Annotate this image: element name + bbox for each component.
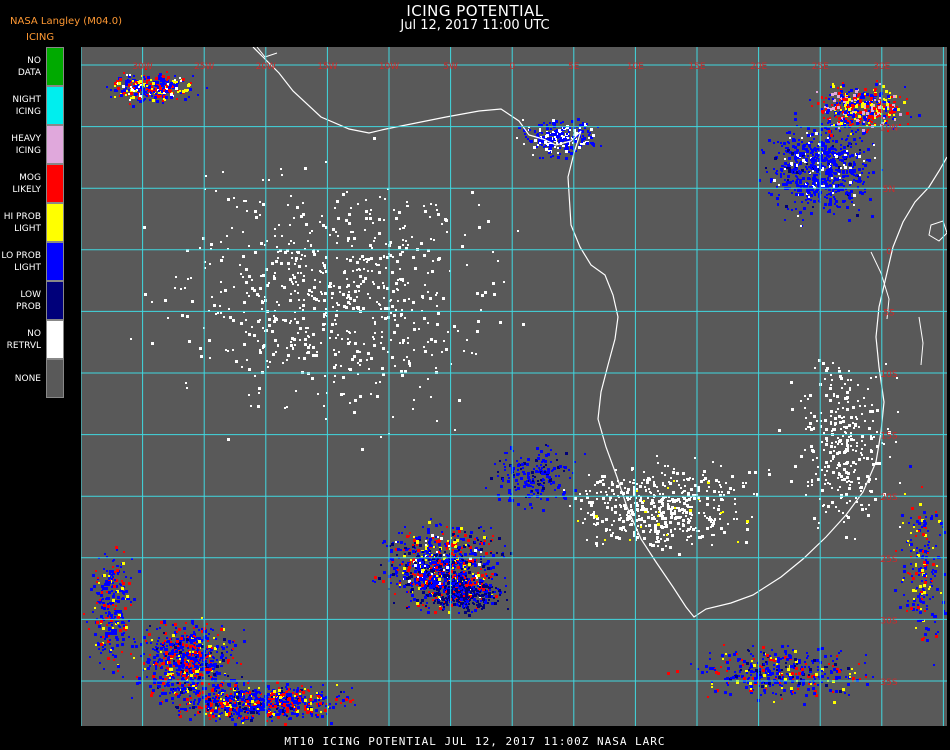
iberia-coastline (256, 47, 278, 58)
footer-caption: MT10 ICING POTENTIAL JUL 12, 2017 11:00Z… (284, 735, 666, 748)
legend-label: NO RETRVL (6, 328, 41, 351)
lat-label: 10S (880, 370, 897, 380)
lat-label: 20S (880, 493, 897, 503)
lon-label: 30W (132, 62, 152, 72)
lat-label: 35S (880, 678, 897, 688)
lon-label: 10E (627, 62, 644, 72)
lat-label: 5N (883, 185, 895, 195)
lat-label: 0 (886, 247, 892, 257)
legend-item: LOW PROB (0, 281, 66, 320)
legend-swatch (46, 359, 64, 398)
icing-map: 30W 25W 20W 15W 10W 5W 0 5E 10E 15E 20E 25E 30E 10N 5N… (81, 47, 947, 726)
legend-label: HI PROB LIGHT (3, 211, 41, 234)
legend-swatch (46, 320, 64, 359)
lon-label: 5W (443, 62, 458, 72)
legend-swatch (46, 86, 64, 125)
map-canvas: 30W 25W 20W 15W 10W 5W 0 5E 10E 15E 20E 25E 30E 10N 5N… (81, 47, 947, 726)
lon-label: 20E (750, 62, 767, 72)
legend-label: NONE (14, 373, 41, 384)
legend-swatch (46, 203, 64, 242)
legend-item: LO PROB LIGHT (0, 242, 66, 281)
legend-swatch (46, 47, 64, 86)
lat-label: 10N (880, 124, 898, 134)
lon-label: 15W (317, 62, 337, 72)
coastline (252, 47, 947, 618)
lat-label: 25S (880, 555, 897, 565)
legend-item: HI PROB LIGHT (0, 203, 66, 242)
lon-label: 15E (688, 62, 705, 72)
lon-label: 30E (873, 62, 890, 72)
lat-label: 5S (883, 308, 895, 318)
lat-label: 15S (880, 432, 897, 442)
legend-item: NO DATA (0, 47, 66, 86)
grid-labels: 30W 25W 20W 15W 10W 5W 0 5E 10E 15E 20E 25E 30E 10N 5N… (132, 62, 898, 688)
product-label: ICING (26, 32, 55, 43)
legend-swatch (46, 125, 64, 164)
lat-label: 30S (880, 616, 897, 626)
legend-item: NIGHT ICING (0, 86, 66, 125)
source-label: NASA Langley (M04.0) (10, 16, 122, 27)
lon-label: 10W (379, 62, 399, 72)
legend-item: MOG LIKELY (0, 164, 66, 203)
lon-label: 5E (568, 62, 580, 72)
legend-label: MOG LIKELY (12, 172, 41, 195)
legend-label: LO PROB LIGHT (1, 250, 41, 273)
legend-item: NONE (0, 359, 66, 398)
lon-label: 20W (256, 62, 276, 72)
legend-swatch (46, 164, 64, 203)
legend-swatch (46, 242, 64, 281)
legend-label: HEAVY ICING (11, 133, 41, 156)
color-legend: NO DATA NIGHT ICING HEAVY ICING MOG LIKELY HI PR… (0, 47, 66, 398)
lake-malawi (918, 316, 924, 366)
legend-swatch (46, 281, 64, 320)
lake-victoria (928, 220, 947, 242)
legend-item: HEAVY ICING (0, 125, 66, 164)
lon-label: 0 (509, 62, 515, 72)
legend-item: NO RETRVL (0, 320, 66, 359)
africa-coastline (252, 47, 947, 618)
legend-label: NO DATA (17, 55, 41, 78)
map-datetime: Jul 12, 2017 11:00 UTC (400, 18, 550, 33)
legend-label: LOW PROB (16, 289, 41, 312)
icing-cloud-pixels (83, 68, 947, 726)
legend-label: NIGHT ICING (12, 94, 41, 117)
lon-label: 25E (812, 62, 829, 72)
lon-label: 25W (194, 62, 214, 72)
